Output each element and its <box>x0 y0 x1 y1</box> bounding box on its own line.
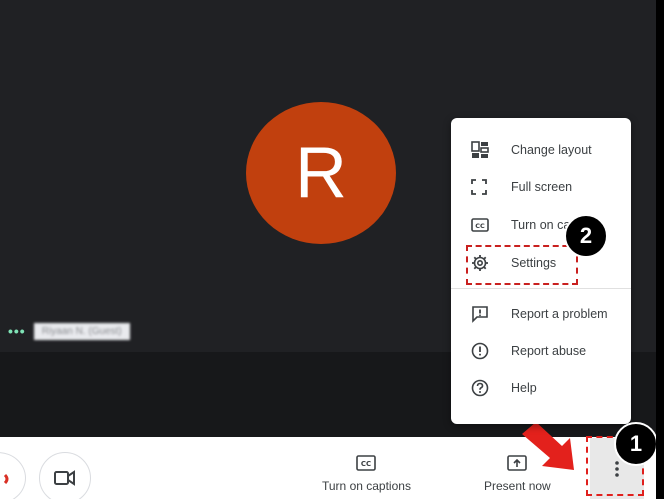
avatar-initial: R <box>295 133 347 213</box>
captions-icon: CC <box>471 218 489 232</box>
report-problem-icon <box>472 306 488 323</box>
menu-divider <box>451 288 631 289</box>
captions-icon: CC <box>356 455 377 471</box>
step-badge-1: 1 <box>614 422 658 466</box>
hang-up-button[interactable] <box>0 452 26 499</box>
highlight-settings <box>466 245 578 285</box>
meet-window: R ••• Riyaan N. (Guest) CC Turn on capti… <box>0 0 664 499</box>
participant-namebar: ••• Riyaan N. (Guest) <box>8 321 130 341</box>
participant-name: Riyaan N. (Guest) <box>33 322 130 340</box>
camera-button[interactable] <box>39 452 91 499</box>
menu-item-report-problem[interactable]: Report a problem <box>451 296 631 332</box>
camera-icon <box>54 470 75 486</box>
svg-text:CC: CC <box>475 222 485 230</box>
layout-icon <box>471 141 489 158</box>
red-arrow-icon <box>522 422 574 470</box>
help-icon <box>471 379 489 397</box>
step-badge-2: 2 <box>564 214 608 258</box>
menu-item-change-layout[interactable]: Change layout <box>451 132 631 168</box>
menu-item-label: Change layout <box>511 143 592 157</box>
captions-button[interactable]: CC Turn on captions <box>322 455 411 493</box>
menu-item-label: Report a problem <box>511 307 608 321</box>
menu-item-label: Full screen <box>511 180 573 194</box>
participant-avatar: R <box>246 102 396 244</box>
captions-label: Turn on captions <box>322 479 411 493</box>
phone-icon <box>3 473 9 485</box>
svg-text:CC: CC <box>361 460 371 468</box>
menu-item-help[interactable]: Help <box>451 370 631 406</box>
menu-item-label: Turn on ca <box>511 218 571 232</box>
report-abuse-icon <box>471 342 489 360</box>
window-edge <box>656 0 664 499</box>
fullscreen-icon <box>471 179 487 195</box>
audio-indicator-icon: ••• <box>8 323 26 339</box>
menu-item-label: Report abuse <box>511 344 587 358</box>
menu-item-report-abuse[interactable]: Report abuse <box>451 333 631 369</box>
present-label: Present now <box>484 479 551 493</box>
menu-item-label: Help <box>511 381 537 395</box>
menu-item-full-screen[interactable]: Full screen <box>451 169 631 205</box>
